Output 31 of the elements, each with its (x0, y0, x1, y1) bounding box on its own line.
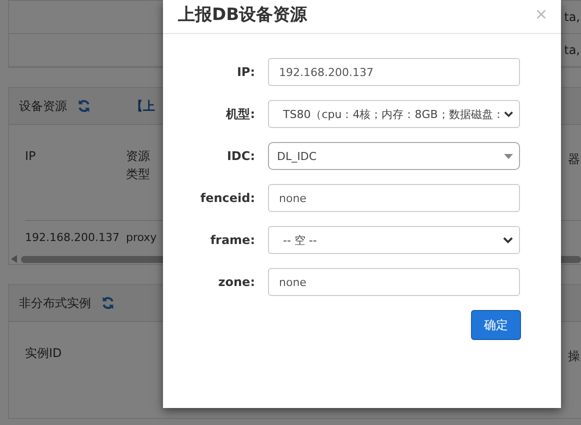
text-field[interactable]: none (268, 184, 520, 212)
dialog-title: 上报DB设备资源 (178, 4, 308, 26)
select-field[interactable]: -- 空 -- (268, 226, 520, 254)
select-field[interactable]: TS80（cpu：4核；内存：8GB；数据磁盘： (268, 100, 520, 128)
table-cell-text: proxy (126, 231, 158, 244)
text-field[interactable]: none (268, 268, 520, 296)
cell-text: ta, (564, 10, 580, 24)
field-label: fenceid: (199, 191, 255, 205)
field-label: 机型: (224, 106, 255, 122)
column-header: 实例ID (25, 345, 63, 362)
combo-field[interactable]: DL_IDC (268, 142, 520, 170)
table-cell-text: 192.168.200.137 (25, 231, 120, 244)
column-header: IP (25, 148, 37, 165)
caret-icon (504, 154, 513, 158)
field-label: frame: (209, 233, 255, 247)
panel-title: 设备资源 (19, 98, 67, 114)
refresh-icon[interactable] (101, 296, 115, 310)
chevron-icon (504, 110, 513, 118)
cell-text: ta, (564, 43, 580, 57)
column-header: 资源类型 (126, 148, 151, 183)
confirm-button[interactable]: 确定 (471, 310, 521, 340)
column-header: 器 (568, 151, 581, 168)
panel-title: 非分布式实例 (19, 294, 91, 312)
column-header: 操 (568, 348, 581, 365)
field-label: IP: (236, 65, 255, 79)
chevron-icon (503, 236, 513, 244)
field-label: IDC: (226, 149, 255, 163)
text-field[interactable]: 192.168.200.137 (268, 58, 520, 86)
refresh-icon[interactable] (77, 99, 91, 113)
scroll-left-icon[interactable] (11, 255, 17, 263)
field-label: zone: (217, 275, 255, 289)
